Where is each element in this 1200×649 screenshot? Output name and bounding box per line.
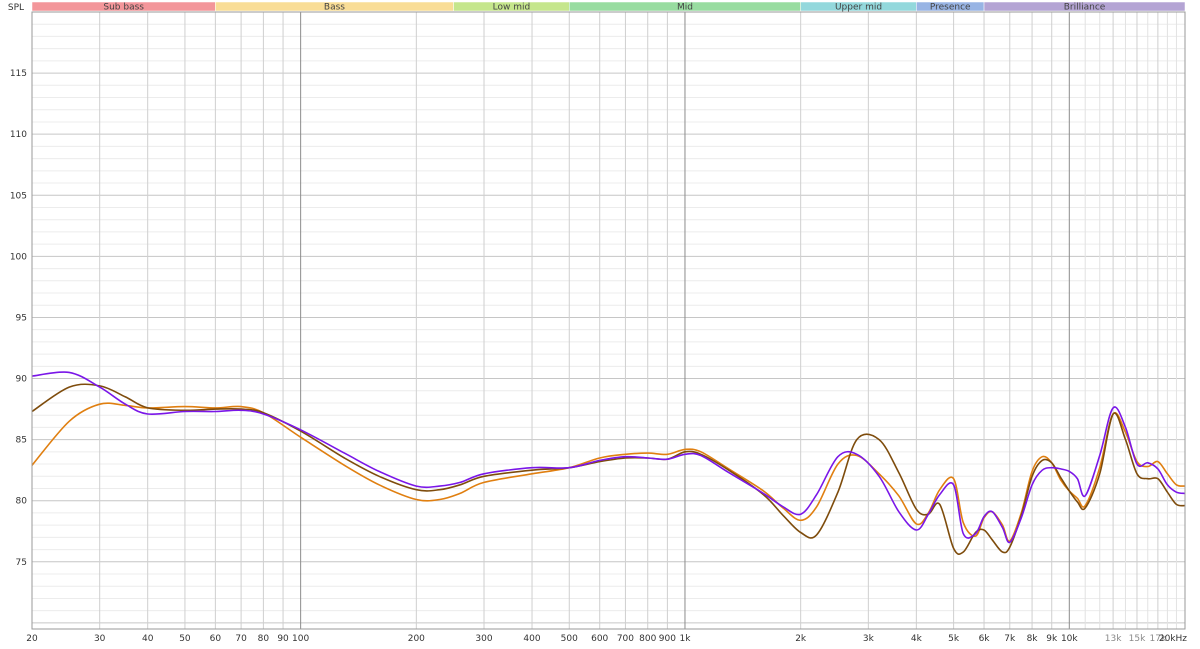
x-tick-label: 70 [235,634,247,644]
band-label: Upper mid [835,3,882,13]
x-tick-label: 600 [591,634,608,644]
x-tick-label: 30 [94,634,106,644]
x-tick-label: 6k [979,634,991,644]
x-tick-label: 100 [292,634,309,644]
x-tick-label: 9k [1046,634,1058,644]
band-label: Mid [677,3,693,13]
x-tick-label: 200 [408,634,425,644]
x-tick-label: 2k [795,634,807,644]
y-axis-ticks: 75 80 85 90 95 100 105 110 115 [10,69,27,568]
y-tick-label: 80 [16,497,28,507]
band-label: Bass [324,3,345,13]
x-tick-label: 13k [1105,634,1122,644]
y-tick-label: 75 [16,558,27,568]
x-tick-label: 3k [863,634,875,644]
x-tick-label: 10k [1061,634,1078,644]
y-tick-label: 90 [16,375,28,385]
y-tick-label: 95 [16,313,27,323]
band-label: Presence [930,3,971,13]
x-tick-label: 5k [948,634,960,644]
x-tick-label: 20kHz [1159,634,1187,644]
y-axis-label: SPL [8,3,24,13]
y-tick-label: 110 [10,130,27,140]
band-label: Sub bass [103,3,144,13]
x-tick-label: 8k [1027,634,1039,644]
x-tick-label: 7k [1004,634,1016,644]
x-tick-label: 15k [1129,634,1146,644]
frequency-response-chart: Sub bass Bass Low mid Mid Upper mid Presence B… [8,1,1187,644]
x-tick-label: 1k [679,634,691,644]
y-tick-label: 115 [10,69,27,79]
x-tick-label: 300 [475,634,492,644]
y-tick-label: 100 [10,252,27,262]
x-tick-label: 50 [179,634,191,644]
x-tick-label: 80 [258,634,270,644]
x-tick-label: 40 [142,634,154,644]
band-label: Brilliance [1064,3,1106,13]
band-label: Low mid [493,3,531,13]
x-tick-label: 400 [523,634,540,644]
x-tick-label: 700 [617,634,634,644]
x-tick-label: 500 [561,634,578,644]
x-tick-label: 60 [210,634,222,644]
x-tick-label: 90 [277,634,289,644]
x-tick-label: 800 [639,634,656,644]
x-tick-label: 4k [911,634,923,644]
y-tick-label: 105 [10,191,27,201]
x-tick-label: 900 [659,634,676,644]
frequency-band-bar: Sub bass Bass Low mid Mid Upper mid Presence B… [31,1,1186,13]
x-axis-ticks: 20 30 40 50 60 70 80 90 100 200 300 400 500 600 700 800… [26,634,1187,644]
x-tick-label: 20 [26,634,38,644]
y-tick-label: 85 [16,436,27,446]
